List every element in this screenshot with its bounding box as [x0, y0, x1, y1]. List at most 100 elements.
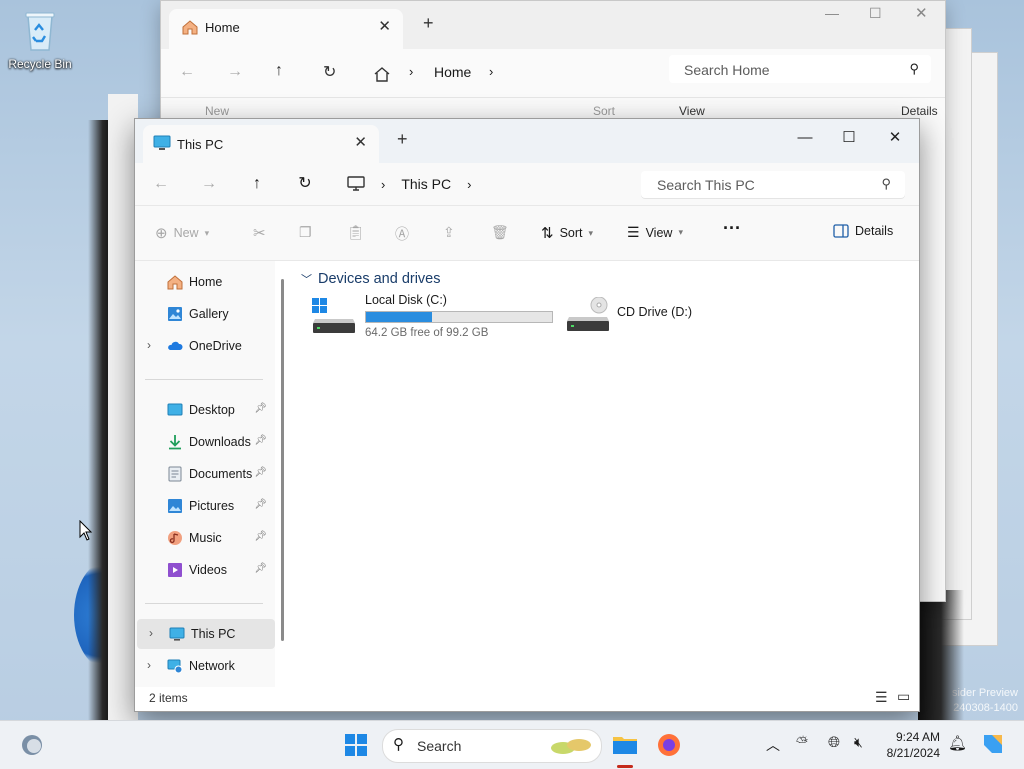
home-details-button[interactable]: Details — [901, 104, 938, 118]
search-icon: ⚲ — [909, 61, 919, 76]
paste-icon[interactable]: 📋︎ — [347, 224, 365, 241]
nav-item-onedrive[interactable]: › OneDrive — [135, 331, 273, 361]
pin-icon[interactable]: 📌︎ — [254, 563, 267, 574]
details-view-icon[interactable]: ☰ — [875, 689, 888, 706]
new-button[interactable]: ⊕ New ▾ — [155, 224, 209, 242]
nav-item-desktop[interactable]: Desktop 📌︎ — [135, 395, 273, 425]
close-tab-icon[interactable]: ✕ — [354, 133, 367, 151]
close-window-icon[interactable]: ✕ — [873, 123, 917, 153]
nav-item-downloads[interactable]: Downloads 📌︎ — [135, 427, 273, 457]
home-new-button[interactable]: New — [205, 104, 229, 118]
view-button[interactable]: ☰ View ▾ — [627, 224, 683, 241]
nav-label-downloads: Downloads — [189, 435, 251, 449]
address-bar: ← → ↑ ↻ › This PC › Search This PC ⚲ — [135, 163, 919, 205]
new-tab-icon[interactable]: + — [423, 13, 434, 34]
home-breadcrumb[interactable]: Home — [434, 64, 471, 80]
file-explorer-folder-icon[interactable] — [612, 731, 638, 757]
view-icon: ☰ — [627, 224, 640, 240]
cut-icon[interactable]: ✂ — [253, 224, 266, 242]
chevron-down-icon: ▾ — [678, 227, 683, 237]
start-windows-icon[interactable] — [344, 733, 368, 757]
new-tab-icon[interactable]: + — [397, 129, 408, 150]
nav-item-network[interactable]: › Network — [135, 651, 273, 681]
drive-local-disk-c[interactable]: Local Disk (C:) 64.2 GB free of 99.2 GB — [311, 293, 561, 343]
devices-and-drives-group[interactable]: ﹀ Devices and drives — [301, 271, 441, 287]
chevron-right-icon[interactable]: › — [467, 177, 471, 192]
home-search-input[interactable]: Search Home ⚲ — [669, 55, 931, 83]
minimize-icon[interactable]: — — [783, 123, 827, 153]
home-icon — [167, 275, 183, 290]
details-button[interactable]: Details — [833, 224, 893, 238]
pin-icon[interactable]: 📌︎ — [254, 467, 267, 478]
pin-icon[interactable]: 📌︎ — [254, 435, 267, 446]
chevron-right-icon: › — [489, 64, 494, 79]
notification-bell-icon[interactable]: 🔔︎ — [948, 734, 967, 752]
back-icon[interactable]: ← — [179, 63, 195, 81]
close-tab-icon[interactable]: ✕ — [378, 17, 391, 35]
up-icon[interactable]: ↑ — [275, 62, 283, 80]
forward-icon[interactable]: → — [227, 63, 243, 81]
nav-item-gallery[interactable]: Gallery — [135, 299, 273, 329]
nav-item-home[interactable]: Home — [135, 267, 273, 297]
delete-icon[interactable]: 🗑︎ — [491, 224, 509, 241]
tab-this-pc[interactable]: This PC ✕ — [143, 125, 379, 163]
pictures-icon — [168, 499, 182, 513]
pin-icon[interactable]: 📌︎ — [254, 499, 267, 510]
pin-icon[interactable]: 📌︎ — [254, 403, 267, 414]
refresh-icon[interactable]: ↻ — [291, 171, 319, 197]
gallery-icon — [168, 307, 182, 321]
home-titlebar: Home ✕ + — ☐ ✕ — [161, 1, 945, 49]
more-options-icon[interactable]: ··· — [723, 218, 741, 239]
minimize-icon[interactable]: — — [825, 5, 839, 21]
refresh-icon[interactable]: ↻ — [323, 62, 336, 82]
up-icon[interactable]: ↑ — [243, 171, 271, 197]
nav-label-this-pc: This PC — [191, 627, 236, 641]
copilot-icon[interactable] — [980, 731, 1006, 757]
monitor-icon — [169, 627, 185, 641]
maximize-icon[interactable]: ☐ — [869, 5, 882, 22]
recycle-bin-desktop-icon[interactable]: Recycle Bin — [6, 8, 74, 71]
drive-free-space: 64.2 GB free of 99.2 GB — [365, 327, 489, 339]
nav-item-documents[interactable]: Documents 📌︎ — [135, 459, 273, 489]
pin-icon[interactable]: 📌︎ — [254, 531, 267, 542]
chevron-right-icon[interactable]: › — [147, 338, 151, 352]
share-icon[interactable]: ⇪ — [443, 224, 455, 241]
chevron-right-icon[interactable]: › — [149, 626, 153, 640]
close-window-icon[interactable]: ✕ — [915, 4, 928, 22]
chevron-right-icon: › — [409, 64, 414, 79]
nav-scrollbar[interactable] — [281, 279, 284, 641]
home-tab[interactable]: Home ✕ — [169, 9, 403, 49]
nav-label-desktop: Desktop — [189, 403, 235, 417]
breadcrumb[interactable]: › This PC › — [337, 171, 629, 197]
forward-icon[interactable]: → — [195, 171, 223, 197]
network-status-icon[interactable]: ⛅︎ — [796, 734, 808, 751]
nav-label-videos: Videos — [189, 563, 227, 577]
group-title: Devices and drives — [318, 271, 441, 287]
home-view-button[interactable]: View — [679, 104, 705, 118]
taskbar-search-box[interactable]: ⚲ Search — [382, 729, 602, 763]
nav-item-videos[interactable]: Videos 📌︎ — [135, 555, 273, 585]
nav-item-music[interactable]: Music 📌︎ — [135, 523, 273, 553]
firefox-icon[interactable] — [656, 732, 682, 758]
drive-cd-d[interactable]: CD Drive (D:) — [565, 295, 725, 341]
rename-icon[interactable]: Ⓐ — [395, 224, 409, 244]
widgets-weather-icon[interactable] — [20, 733, 44, 757]
maximize-icon[interactable]: ☐ — [827, 123, 871, 153]
home-sort-button[interactable]: Sort — [593, 104, 615, 118]
this-pc-explorer-window[interactable]: This PC ✕ + — ☐ ✕ ← → ↑ ↻ › This PC › Se… — [134, 118, 920, 712]
breadcrumb-this-pc[interactable]: This PC — [401, 176, 451, 192]
sort-icon: ⇅ — [541, 225, 554, 242]
clock[interactable]: 9:24 AM 8/21/2024 — [880, 729, 940, 761]
globe-icon[interactable]: 🌐︎ — [828, 734, 840, 751]
nav-item-pictures[interactable]: Pictures 📌︎ — [135, 491, 273, 521]
tiles-view-icon[interactable]: ▭ — [897, 688, 910, 705]
chevron-right-icon[interactable]: › — [147, 658, 151, 672]
search-input[interactable]: Search This PC ⚲ — [641, 171, 905, 199]
volume-icon[interactable]: 🔇︎ — [854, 734, 863, 751]
sort-button[interactable]: ⇅ Sort ▾ — [541, 224, 593, 242]
chevron-down-icon[interactable]: ﹀ — [301, 274, 312, 286]
back-icon[interactable]: ← — [147, 171, 175, 197]
chevron-up-icon[interactable]: ︿ — [766, 735, 780, 755]
copy-icon[interactable]: ❐ — [299, 224, 312, 241]
nav-item-this-pc[interactable]: › This PC — [137, 619, 275, 649]
